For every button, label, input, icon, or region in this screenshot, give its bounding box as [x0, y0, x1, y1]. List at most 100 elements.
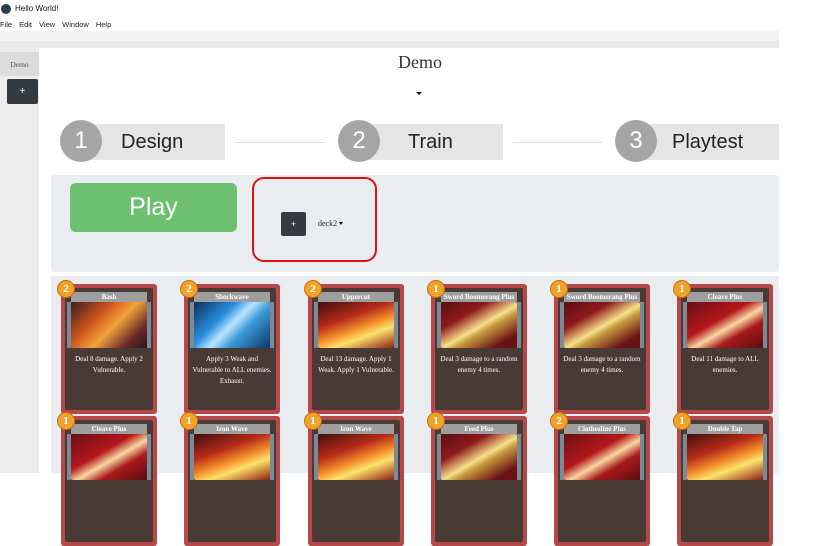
card-description: Deal 13 damage. Apply 1 Weak. Apply 1 Vu…: [318, 355, 394, 374]
card-name: Feed Plus: [441, 424, 517, 434]
add-project-button[interactable]: +: [7, 79, 38, 104]
sidebar-tab-demo[interactable]: Demo: [0, 52, 39, 76]
step-label-playtest[interactable]: Playtest: [672, 124, 743, 160]
card-pillar: [190, 302, 194, 348]
card-pillar: [314, 302, 318, 348]
card-art: [318, 302, 394, 348]
card-name: Iron Wave: [318, 424, 394, 434]
card-art: [194, 302, 270, 348]
card-pillar: [763, 302, 767, 348]
card-name: Cleave Plus: [71, 424, 147, 434]
add-deck-button[interactable]: +: [281, 212, 306, 236]
card[interactable]: Feed Plus 1: [427, 412, 527, 546]
card-art: [441, 434, 517, 480]
energy-cost-icon: 1: [427, 412, 445, 430]
card-description: Deal 8 damage. Apply 2 Vulnerable.: [75, 355, 143, 374]
step-number-2: 2: [338, 120, 380, 162]
card-pillar: [270, 302, 274, 348]
card-pillar: [394, 434, 398, 480]
cards-area: [51, 276, 779, 473]
step-number-3: 3: [615, 120, 657, 162]
energy-cost-icon: 2: [180, 280, 198, 298]
card[interactable]: Cleave Plus Deal 11 damage to ALL enemies…: [673, 280, 773, 414]
page-title: Demo: [398, 52, 442, 72]
title-bar: Hello World!: [0, 0, 817, 17]
card[interactable]: Bash Deal 8 damage. Apply 2 Vulnerable. 2: [57, 280, 157, 414]
card-name: Sword Boomerang Plus: [564, 292, 640, 302]
energy-cost-icon: 2: [550, 412, 568, 430]
card-description: Deal 11 damage to ALL enemies.: [691, 355, 759, 374]
card-pillar: [437, 434, 441, 480]
step-connector: [513, 142, 603, 143]
card-pillar: [763, 434, 767, 480]
menu-edit[interactable]: Edit: [19, 20, 32, 29]
menu-help[interactable]: Help: [96, 20, 111, 29]
card[interactable]: Iron Wave 1: [304, 412, 404, 546]
deck-select-value: deck2: [318, 219, 338, 228]
card-name: Uppercut: [318, 292, 394, 302]
card-name: Iron Wave: [194, 424, 270, 434]
energy-cost-icon: 1: [304, 412, 322, 430]
energy-cost-icon: 2: [57, 280, 75, 298]
card-pillar: [147, 434, 151, 480]
card-art: [687, 302, 763, 348]
play-button[interactable]: Play: [70, 183, 237, 232]
energy-cost-icon: 1: [57, 412, 75, 430]
chevron-down-icon: [339, 222, 344, 225]
energy-cost-icon: 1: [673, 280, 691, 298]
card-name: Sword Boomerang Plus: [441, 292, 517, 302]
energy-cost-icon: 1: [427, 280, 445, 298]
card-pillar: [67, 302, 71, 348]
card-pillar: [314, 434, 318, 480]
energy-cost-icon: 2: [304, 280, 322, 298]
card-pillar: [190, 434, 194, 480]
card-name: Cleave Plus: [687, 292, 763, 302]
card-art: [441, 302, 517, 348]
card-pillar: [640, 302, 644, 348]
toolbar-strip: [0, 31, 779, 41]
card-art: [687, 434, 763, 480]
card[interactable]: Iron Wave 1: [180, 412, 280, 546]
toolbar-strip-lower: [0, 41, 779, 48]
card[interactable]: Sword Boomerang Plus Deal 3 damage to a r…: [427, 280, 527, 414]
energy-cost-icon: 1: [673, 412, 691, 430]
card-pillar: [394, 302, 398, 348]
card[interactable]: Clothesline Plus 2: [550, 412, 650, 546]
card-pillar: [517, 434, 521, 480]
menu-view[interactable]: View: [39, 20, 55, 29]
card-art: [318, 434, 394, 480]
card-art: [564, 434, 640, 480]
card[interactable]: Shockwave Apply 3 Weak and Vulnerable to …: [180, 280, 280, 414]
menu-window[interactable]: Window: [62, 20, 89, 29]
card-pillar: [560, 302, 564, 348]
card-art: [194, 434, 270, 480]
card-pillar: [683, 302, 687, 348]
card-pillar: [517, 302, 521, 348]
card[interactable]: Sword Boomerang Plus Deal 3 damage to a r…: [550, 280, 650, 414]
step-label-design[interactable]: Design: [121, 124, 183, 160]
card-description: Deal 3 damage to a random enemy 4 times.: [563, 355, 641, 374]
card-art: [564, 302, 640, 348]
card-name: Clothesline Plus: [564, 424, 640, 434]
menu-file[interactable]: File: [0, 20, 12, 29]
card-pillar: [560, 434, 564, 480]
card-description: Deal 3 damage to a random enemy 4 times.: [440, 355, 518, 374]
card[interactable]: Double Tap 1: [673, 412, 773, 546]
card[interactable]: Uppercut Deal 13 damage. Apply 1 Weak. Ap…: [304, 280, 404, 414]
step-label-train[interactable]: Train: [408, 124, 453, 160]
card-art: [71, 434, 147, 480]
card-description: Apply 3 Weak and Vulnerable to ALL enemi…: [192, 355, 272, 385]
energy-cost-icon: 1: [180, 412, 198, 430]
sidebar: Demo +: [0, 48, 39, 473]
card-pillar: [640, 434, 644, 480]
step-number-1: 1: [60, 120, 102, 162]
window-title: Hello World!: [15, 4, 59, 13]
energy-cost-icon: 1: [550, 280, 568, 298]
card-pillar: [437, 302, 441, 348]
card[interactable]: Cleave Plus 1: [57, 412, 157, 546]
card-name: Shockwave: [194, 292, 270, 302]
card-pillar: [683, 434, 687, 480]
deck-select[interactable]: deck2: [318, 219, 344, 228]
chevron-down-icon[interactable]: [416, 92, 422, 95]
card-pillar: [147, 302, 151, 348]
